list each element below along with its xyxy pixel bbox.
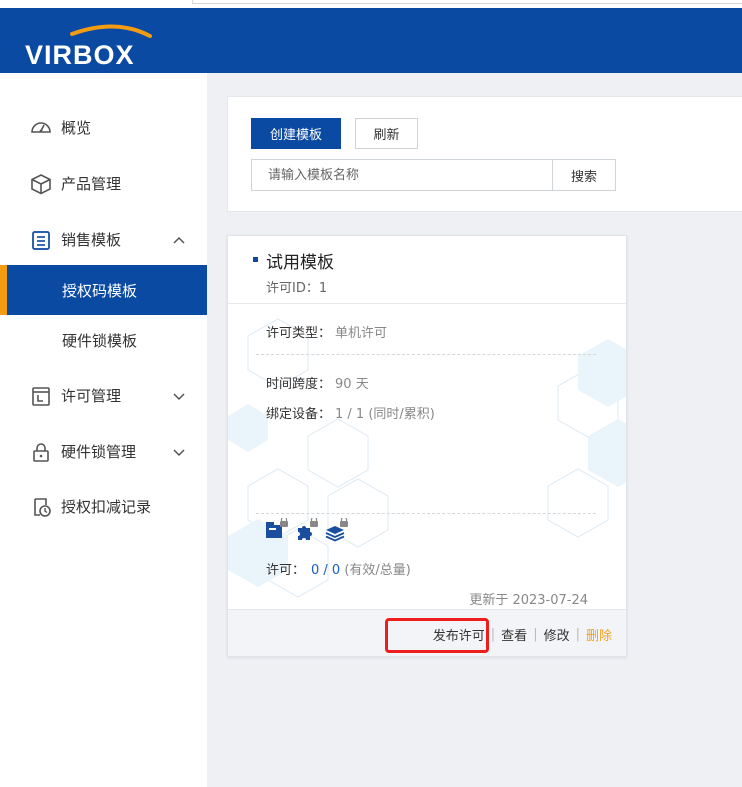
card-title: 试用模板: [266, 253, 334, 273]
search-button[interactable]: 搜索: [552, 159, 616, 191]
bind-device-row: 绑定设备： 1 / 1 (同时/累积): [266, 403, 435, 422]
license-type-row: 许可类型： 单机许可: [266, 322, 387, 341]
active-indicator: [0, 265, 7, 315]
sidebar-item-label: 硬件锁模板: [62, 331, 138, 350]
time-span-row: 时间跨度： 90 天: [266, 373, 369, 392]
locked-layers-icon: [325, 516, 349, 542]
virbox-logo[interactable]: VIRBOX: [24, 22, 180, 68]
edit-link[interactable]: 修改: [544, 625, 570, 644]
updated-date: 更新于 2023-07-24: [469, 593, 588, 608]
app-header: VIRBOX: [0, 8, 742, 73]
license-type-key: 许可类型：: [266, 326, 332, 341]
time-span-key: 时间跨度：: [266, 377, 332, 392]
sidebar-item-sales-templates[interactable]: 销售模板: [0, 214, 207, 264]
toolbar-panel: 创建模板 刷新 搜索: [227, 96, 742, 212]
sidebar-item-label: 授权码模板: [62, 281, 138, 300]
bind-device-key: 绑定设备：: [266, 407, 332, 422]
sidebar-item-label: 产品管理: [61, 174, 122, 193]
list-icon: [30, 229, 52, 251]
action-separator: |: [533, 627, 538, 642]
address-bar-edge: [192, 0, 742, 4]
delete-link[interactable]: 删除: [586, 625, 612, 644]
history-icon: [30, 496, 52, 518]
sidebar-item-overview[interactable]: 概览: [0, 102, 207, 152]
time-span-value: 90 天: [335, 377, 369, 392]
divider: [228, 303, 626, 304]
browser-top-strip: [0, 0, 742, 8]
template-search-input[interactable]: [251, 159, 553, 191]
lock-icon: [30, 441, 52, 463]
title-marker: [253, 257, 258, 262]
create-template-button[interactable]: 创建模板: [251, 118, 341, 149]
license-count-row: 许可： 0 / 0 (有效/总量): [266, 559, 411, 578]
cube-icon: [30, 173, 52, 195]
chevron-down-icon: [172, 388, 186, 402]
sidebar-item-dongle-management[interactable]: 硬件锁管理: [0, 426, 207, 476]
sidebar-item-label: 概览: [61, 118, 92, 137]
locked-puzzle-icon: [295, 516, 319, 542]
publish-license-link[interactable]: 发布许可: [433, 625, 485, 644]
sidebar: 概览 产品管理 销售模板 授权码模板 硬件锁模板 许可管理 硬件锁管理 授权扣减…: [0, 73, 207, 787]
sidebar-item-label: 硬件锁管理: [61, 442, 137, 461]
sidebar-item-label: 授权扣减记录: [61, 497, 152, 516]
sidebar-item-authcode-template[interactable]: 授权码模板: [0, 265, 207, 315]
dashboard-icon: [30, 117, 52, 139]
license-id: 许可ID：1: [266, 281, 328, 296]
license-key: 许可：: [266, 563, 306, 578]
svg-text:VIRBOX: VIRBOX: [25, 40, 135, 68]
sidebar-item-deduction-records[interactable]: 授权扣减记录: [0, 481, 207, 531]
view-link[interactable]: 查看: [501, 625, 527, 644]
sidebar-item-dongle-template[interactable]: 硬件锁模板: [0, 315, 207, 365]
feature-icons: [265, 516, 349, 542]
dashed-divider: [256, 354, 596, 355]
license-count-hint: (有效/总量): [344, 563, 411, 578]
license-icon: [30, 385, 52, 407]
sidebar-item-label: 销售模板: [61, 230, 122, 249]
license-type-value: 单机许可: [335, 326, 388, 341]
locked-folder-icon: [265, 516, 289, 542]
chevron-down-icon: [172, 444, 186, 458]
dashed-divider: [256, 513, 596, 514]
action-separator: |: [490, 627, 496, 642]
template-card: 试用模板 许可ID：1 许可类型： 单机许可 时间跨度： 90 天 绑定设备： 1 /…: [227, 235, 627, 657]
license-count[interactable]: 0 / 0: [311, 563, 340, 578]
sidebar-item-license-management[interactable]: 许可管理: [0, 370, 207, 420]
sidebar-item-products[interactable]: 产品管理: [0, 158, 207, 208]
bind-device-value: 1 / 1 (同时/累积): [335, 407, 435, 422]
card-actions: 发布许可 | 查看 | 修改 | 删除: [433, 625, 612, 644]
refresh-button[interactable]: 刷新: [355, 118, 418, 149]
chevron-up-icon: [172, 232, 186, 246]
action-separator: |: [575, 627, 580, 642]
sidebar-item-label: 许可管理: [61, 386, 122, 405]
card-footer: 发布许可 | 查看 | 修改 | 删除: [228, 609, 626, 656]
